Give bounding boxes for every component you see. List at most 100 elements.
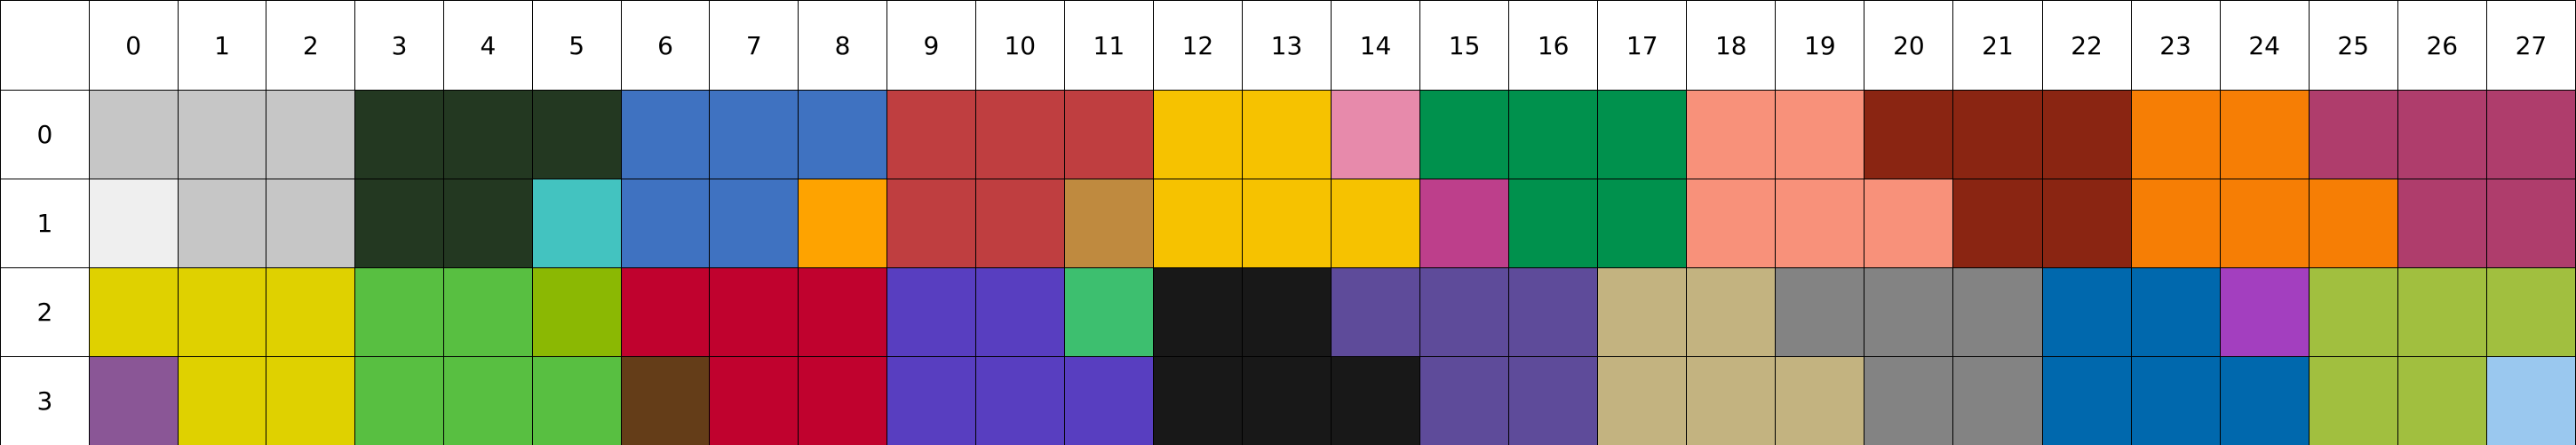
- grid-cell-r1-c26[interactable]: [2397, 179, 2486, 268]
- grid-cell-r3-c2[interactable]: [266, 357, 355, 445]
- grid-cell-r0-c0[interactable]: [89, 91, 178, 179]
- grid-cell-r1-c15[interactable]: [1420, 179, 1509, 268]
- grid-cell-r2-c19[interactable]: [1776, 268, 1864, 357]
- grid-cell-r0-c15[interactable]: [1420, 91, 1509, 179]
- grid-cell-r2-c17[interactable]: [1598, 268, 1687, 357]
- grid-cell-r0-c20[interactable]: [1864, 91, 1953, 179]
- grid-cell-r2-c14[interactable]: [1332, 268, 1420, 357]
- grid-cell-r2-c25[interactable]: [2309, 268, 2397, 357]
- grid-cell-r0-c18[interactable]: [1687, 91, 1776, 179]
- grid-cell-r1-c10[interactable]: [975, 179, 1064, 268]
- grid-cell-r1-c9[interactable]: [886, 179, 975, 268]
- grid-cell-r0-c24[interactable]: [2220, 91, 2309, 179]
- grid-cell-r0-c22[interactable]: [2042, 91, 2131, 179]
- grid-cell-r0-c17[interactable]: [1598, 91, 1687, 179]
- grid-cell-r1-c27[interactable]: [2486, 179, 2575, 268]
- grid-cell-r3-c17[interactable]: [1598, 357, 1687, 445]
- grid-cell-r0-c7[interactable]: [710, 91, 799, 179]
- grid-cell-r2-c22[interactable]: [2042, 268, 2131, 357]
- grid-cell-r2-c27[interactable]: [2486, 268, 2575, 357]
- grid-cell-r2-c16[interactable]: [1509, 268, 1598, 357]
- grid-cell-r1-c8[interactable]: [799, 179, 887, 268]
- grid-cell-r0-c10[interactable]: [975, 91, 1064, 179]
- grid-cell-r0-c23[interactable]: [2131, 91, 2220, 179]
- grid-cell-r1-c11[interactable]: [1064, 179, 1153, 268]
- grid-cell-r2-c7[interactable]: [710, 268, 799, 357]
- grid-cell-r1-c6[interactable]: [621, 179, 710, 268]
- grid-cell-r3-c12[interactable]: [1153, 357, 1242, 445]
- grid-cell-r1-c4[interactable]: [443, 179, 532, 268]
- grid-cell-r1-c13[interactable]: [1242, 179, 1331, 268]
- grid-cell-r0-c6[interactable]: [621, 91, 710, 179]
- grid-cell-r2-c23[interactable]: [2131, 268, 2220, 357]
- grid-cell-r3-c1[interactable]: [178, 357, 266, 445]
- grid-cell-r3-c27[interactable]: [2486, 357, 2575, 445]
- grid-cell-r3-c11[interactable]: [1064, 357, 1153, 445]
- grid-cell-r2-c18[interactable]: [1687, 268, 1776, 357]
- grid-cell-r2-c3[interactable]: [355, 268, 444, 357]
- grid-cell-r1-c24[interactable]: [2220, 179, 2309, 268]
- grid-cell-r2-c9[interactable]: [886, 268, 975, 357]
- grid-cell-r2-c10[interactable]: [975, 268, 1064, 357]
- grid-cell-r0-c16[interactable]: [1509, 91, 1598, 179]
- grid-cell-r2-c11[interactable]: [1064, 268, 1153, 357]
- grid-cell-r3-c8[interactable]: [799, 357, 887, 445]
- grid-cell-r0-c12[interactable]: [1153, 91, 1242, 179]
- grid-cell-r1-c16[interactable]: [1509, 179, 1598, 268]
- grid-cell-r3-c26[interactable]: [2397, 357, 2486, 445]
- grid-cell-r1-c1[interactable]: [178, 179, 266, 268]
- grid-cell-r0-c2[interactable]: [266, 91, 355, 179]
- grid-cell-r0-c19[interactable]: [1776, 91, 1864, 179]
- grid-cell-r0-c27[interactable]: [2486, 91, 2575, 179]
- grid-cell-r3-c7[interactable]: [710, 357, 799, 445]
- grid-cell-r2-c4[interactable]: [443, 268, 532, 357]
- grid-cell-r3-c19[interactable]: [1776, 357, 1864, 445]
- grid-cell-r0-c3[interactable]: [355, 91, 444, 179]
- grid-cell-r3-c23[interactable]: [2131, 357, 2220, 445]
- grid-cell-r2-c12[interactable]: [1153, 268, 1242, 357]
- grid-cell-r0-c13[interactable]: [1242, 91, 1331, 179]
- grid-cell-r2-c0[interactable]: [89, 268, 178, 357]
- grid-cell-r3-c14[interactable]: [1332, 357, 1420, 445]
- grid-cell-r1-c17[interactable]: [1598, 179, 1687, 268]
- grid-cell-r3-c25[interactable]: [2309, 357, 2397, 445]
- grid-cell-r3-c0[interactable]: [89, 357, 178, 445]
- grid-cell-r1-c21[interactable]: [1953, 179, 2042, 268]
- grid-cell-r2-c6[interactable]: [621, 268, 710, 357]
- grid-cell-r3-c24[interactable]: [2220, 357, 2309, 445]
- grid-cell-r3-c4[interactable]: [443, 357, 532, 445]
- grid-cell-r0-c5[interactable]: [532, 91, 621, 179]
- grid-cell-r1-c0[interactable]: [89, 179, 178, 268]
- grid-cell-r2-c2[interactable]: [266, 268, 355, 357]
- grid-cell-r1-c19[interactable]: [1776, 179, 1864, 268]
- grid-cell-r1-c5[interactable]: [532, 179, 621, 268]
- grid-cell-r1-c25[interactable]: [2309, 179, 2397, 268]
- grid-cell-r1-c2[interactable]: [266, 179, 355, 268]
- grid-cell-r0-c25[interactable]: [2309, 91, 2397, 179]
- grid-cell-r2-c8[interactable]: [799, 268, 887, 357]
- grid-cell-r1-c23[interactable]: [2131, 179, 2220, 268]
- grid-cell-r3-c15[interactable]: [1420, 357, 1509, 445]
- grid-cell-r3-c22[interactable]: [2042, 357, 2131, 445]
- grid-cell-r3-c10[interactable]: [975, 357, 1064, 445]
- grid-cell-r2-c20[interactable]: [1864, 268, 1953, 357]
- grid-cell-r2-c1[interactable]: [178, 268, 266, 357]
- grid-cell-r2-c21[interactable]: [1953, 268, 2042, 357]
- grid-cell-r0-c14[interactable]: [1332, 91, 1420, 179]
- grid-cell-r1-c20[interactable]: [1864, 179, 1953, 268]
- grid-cell-r0-c4[interactable]: [443, 91, 532, 179]
- grid-cell-r0-c21[interactable]: [1953, 91, 2042, 179]
- grid-cell-r0-c1[interactable]: [178, 91, 266, 179]
- grid-cell-r0-c11[interactable]: [1064, 91, 1153, 179]
- grid-cell-r2-c5[interactable]: [532, 268, 621, 357]
- grid-cell-r2-c15[interactable]: [1420, 268, 1509, 357]
- grid-cell-r3-c16[interactable]: [1509, 357, 1598, 445]
- grid-cell-r1-c3[interactable]: [355, 179, 444, 268]
- grid-cell-r2-c26[interactable]: [2397, 268, 2486, 357]
- grid-cell-r3-c18[interactable]: [1687, 357, 1776, 445]
- grid-cell-r3-c6[interactable]: [621, 357, 710, 445]
- grid-cell-r3-c9[interactable]: [886, 357, 975, 445]
- grid-cell-r0-c9[interactable]: [886, 91, 975, 179]
- grid-cell-r1-c22[interactable]: [2042, 179, 2131, 268]
- grid-cell-r1-c7[interactable]: [710, 179, 799, 268]
